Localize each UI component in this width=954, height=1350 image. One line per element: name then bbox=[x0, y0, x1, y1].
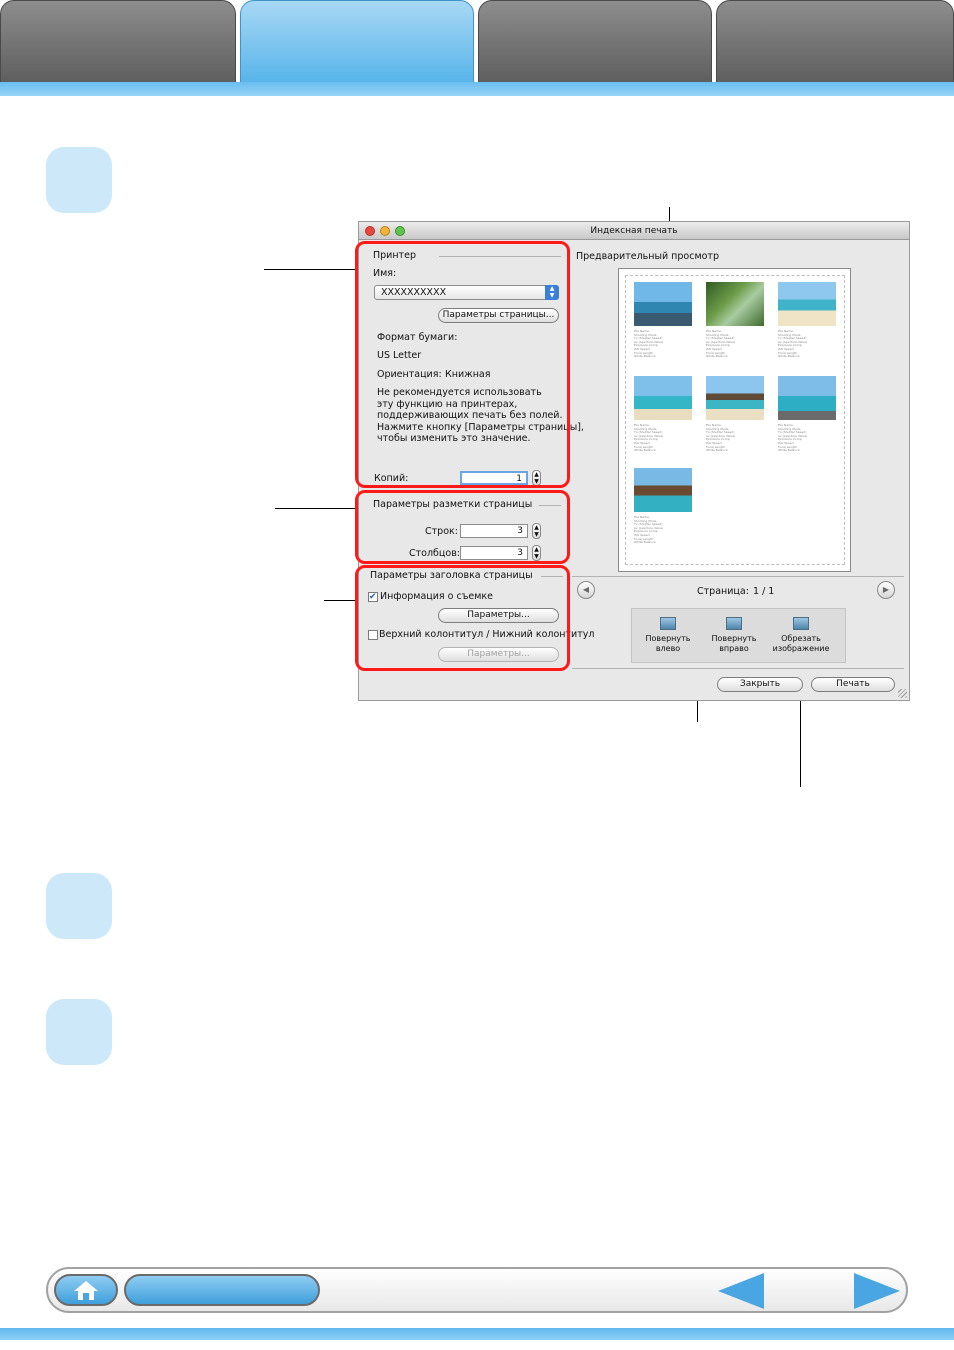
next-arrow-icon[interactable] bbox=[854, 1273, 900, 1309]
callout-line-layout bbox=[275, 508, 355, 509]
print-button[interactable]: Печать bbox=[811, 677, 895, 692]
tab-4[interactable] bbox=[716, 0, 954, 84]
thumbnail-3-info: File Name Shooting Mode Tv (Shutter Speed)… bbox=[778, 329, 808, 359]
bottom-separator bbox=[572, 668, 904, 669]
thumbnail-2-info: File Name Shooting Mode Tv (Shutter Speed)… bbox=[706, 329, 736, 359]
rotate-left-button[interactable]: Повернуть влево bbox=[633, 617, 703, 654]
callout-line-header bbox=[324, 600, 355, 601]
top-tab-bar bbox=[0, 0, 954, 96]
thumbnail-2[interactable] bbox=[706, 282, 764, 326]
dialog-titlebar: Индексная печать bbox=[359, 222, 909, 240]
rotate-right-label-2: вправо bbox=[719, 644, 749, 653]
step-marker-1 bbox=[46, 147, 112, 213]
rotate-right-label-1: Повернуть bbox=[711, 634, 757, 643]
close-button[interactable]: Закрыть bbox=[717, 677, 803, 692]
callout-line-printer bbox=[264, 269, 356, 270]
thumbnail-6[interactable] bbox=[778, 376, 836, 420]
bottom-navigation-bar bbox=[46, 1267, 908, 1313]
rotate-left-label-2: влево bbox=[655, 644, 681, 653]
crop-label-2: изображение bbox=[772, 644, 830, 653]
page-value: 1 / 1 bbox=[753, 586, 775, 597]
rotate-left-icon bbox=[660, 617, 676, 630]
close-window-icon[interactable] bbox=[365, 226, 375, 236]
footer-stripe bbox=[0, 1328, 954, 1340]
previous-page-button[interactable]: ◀ bbox=[577, 581, 595, 599]
rotate-right-icon bbox=[726, 617, 742, 630]
resize-grip-icon[interactable] bbox=[898, 689, 907, 698]
zoom-window-icon[interactable] bbox=[395, 226, 405, 236]
rotate-left-label-1: Повернуть bbox=[645, 634, 691, 643]
thumbnail-4-info: File Name Shooting Mode Tv (Shutter Speed)… bbox=[634, 423, 664, 453]
tab-3[interactable] bbox=[478, 0, 712, 84]
image-tools-panel: Повернуть влево Повернуть вправо Обрезат… bbox=[631, 608, 846, 663]
step-marker-2 bbox=[46, 873, 112, 939]
home-button[interactable] bbox=[54, 1274, 118, 1306]
prev-arrow-icon[interactable] bbox=[718, 1273, 764, 1309]
home-icon bbox=[74, 1281, 98, 1300]
index-print-dialog: Индексная печать Принтер Имя: XXXXXXXXXX… bbox=[355, 221, 910, 701]
step-marker-3 bbox=[46, 999, 112, 1065]
minimize-window-icon[interactable] bbox=[380, 226, 390, 236]
tab-underline bbox=[0, 82, 954, 96]
page-label: Страница: bbox=[697, 586, 749, 597]
header-highlight-frame bbox=[355, 565, 570, 671]
thumbnail-1-info: File Name Shooting Mode Tv (Shutter Speed)… bbox=[634, 329, 664, 359]
thumbnail-7[interactable] bbox=[634, 468, 692, 512]
section-button[interactable] bbox=[124, 1274, 320, 1306]
printer-highlight-frame bbox=[355, 241, 570, 488]
next-page-button[interactable]: ▶ bbox=[877, 581, 895, 599]
preview-nav-separator bbox=[572, 576, 904, 577]
thumbnail-6-info: File Name Shooting Mode Tv (Shutter Speed)… bbox=[778, 423, 808, 453]
thumbnail-5[interactable] bbox=[706, 376, 764, 420]
dialog-title: Индексная печать bbox=[590, 226, 678, 236]
layout-highlight-frame bbox=[355, 490, 570, 564]
tab-1[interactable] bbox=[0, 0, 236, 84]
preview-page: File Name Shooting Mode Tv (Shutter Speed)… bbox=[625, 275, 845, 565]
thumbnail-5-info: File Name Shooting Mode Tv (Shutter Speed)… bbox=[706, 423, 736, 453]
page-preview: File Name Shooting Mode Tv (Shutter Speed)… bbox=[618, 268, 851, 572]
crop-label-1: Обрезать bbox=[781, 634, 821, 643]
thumbnail-3[interactable] bbox=[778, 282, 836, 326]
crop-icon bbox=[793, 617, 809, 630]
tab-2-active[interactable] bbox=[240, 0, 474, 86]
preview-label: Предварительный просмотр bbox=[576, 251, 719, 262]
thumbnail-1[interactable] bbox=[634, 282, 692, 326]
crop-button[interactable]: Обрезать изображение bbox=[766, 617, 836, 654]
thumbnail-4[interactable] bbox=[634, 376, 692, 420]
thumbnail-7-info: File Name Shooting Mode Tv (Shutter Speed)… bbox=[634, 515, 664, 545]
rotate-right-button[interactable]: Повернуть вправо bbox=[699, 617, 769, 654]
